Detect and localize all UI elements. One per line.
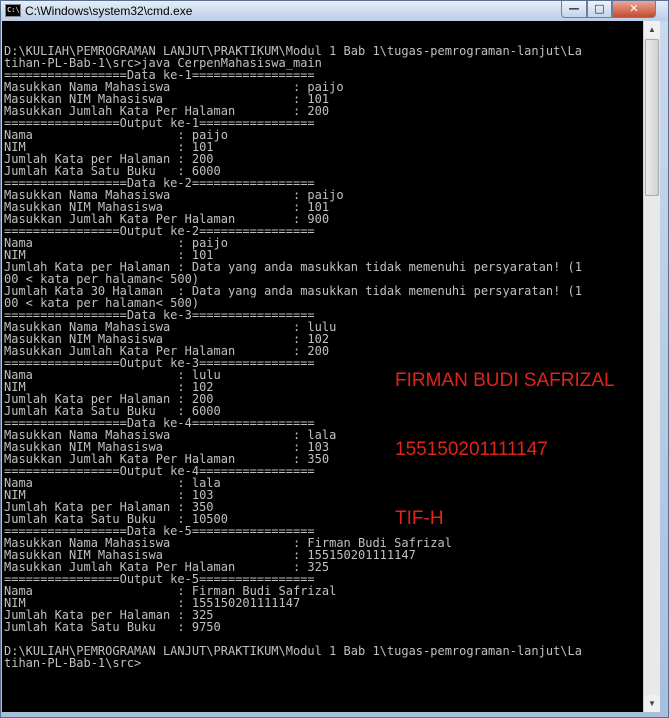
console-line: tihan-PL-Bab-1\src> <box>4 656 142 670</box>
title-bar[interactable]: C:\ C:\Windows\system32\cmd.exe — □ ✕ <box>1 1 668 21</box>
scrollbar-thumb[interactable] <box>645 39 659 196</box>
cmd-icon[interactable]: C:\ <box>5 4 21 17</box>
scroll-up-arrow-icon[interactable]: ▲ <box>644 21 660 38</box>
window-title: C:\Windows\system32\cmd.exe <box>25 4 193 18</box>
annotation-name: FIRMAN BUDI SAFRIZAL <box>395 370 615 391</box>
annotation-class: TIF-H <box>395 508 444 529</box>
minimize-button[interactable]: — <box>561 1 587 18</box>
close-button[interactable]: ✕ <box>612 1 656 18</box>
vertical-scrollbar[interactable]: ▲ ▼ <box>643 21 660 712</box>
name-annotation: FIRMAN BUDI SAFRIZAL 155150201111147 TIF… <box>395 323 615 576</box>
maximize-button[interactable]: □ <box>587 1 612 18</box>
annotation-nim: 155150201111147 <box>395 439 548 460</box>
cmd-window: C:\ C:\Windows\system32\cmd.exe — □ ✕ D:… <box>0 0 669 718</box>
console-line: Jumlah Kata Satu Buku : 9750 <box>4 620 221 634</box>
scroll-down-arrow-icon[interactable]: ▼ <box>644 695 660 712</box>
